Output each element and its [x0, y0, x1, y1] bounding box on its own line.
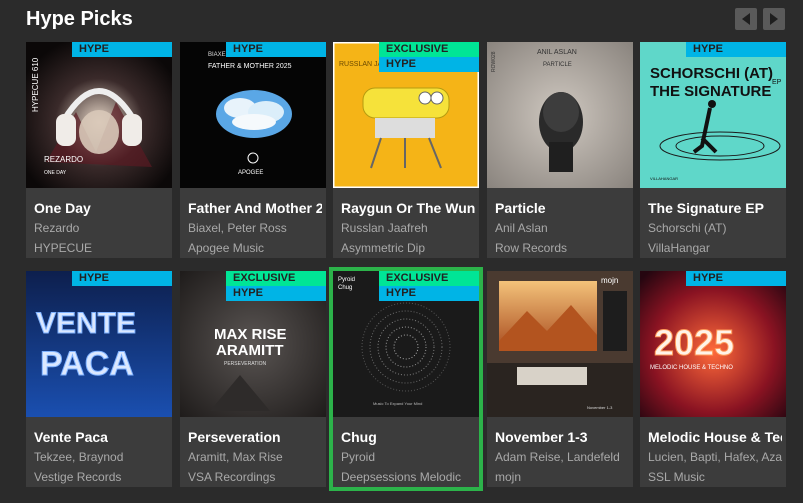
svg-text:THE SIGNATURE: THE SIGNATURE — [650, 83, 771, 100]
release-artwork[interactable]: VENTE PACA — [26, 271, 172, 417]
release-title[interactable]: Father And Mother 2 — [188, 200, 322, 216]
hype-badge: HYPE — [379, 286, 479, 301]
release-card[interactable]: REZARDO ONE DAY HYPECUE 610 HYPE One Day… — [26, 42, 172, 258]
release-title[interactable]: One Day — [34, 200, 168, 216]
release-card[interactable]: 2025 MELODIC HOUSE & TECHNO HYPE Melodic… — [640, 271, 786, 487]
release-artists[interactable]: Adam Reise, Landefeld — [495, 450, 631, 464]
previous-button[interactable] — [735, 8, 757, 30]
release-title[interactable]: Chug — [341, 429, 475, 445]
svg-text:REZARDO: REZARDO — [44, 155, 83, 164]
release-artwork[interactable]: REZARDO ONE DAY HYPECUE 610 — [26, 42, 172, 188]
release-artists[interactable]: Biaxel, Peter Ross — [188, 221, 324, 235]
svg-text:Pyroid: Pyroid — [338, 277, 355, 283]
exclusive-badge: EXCLUSIVE — [379, 42, 479, 57]
release-card[interactable]: mojn November 1-3 November 1-3 Adam Reis… — [487, 271, 633, 487]
hype-badge: HYPE — [226, 286, 326, 301]
svg-text:HYPECUE 610: HYPECUE 610 — [31, 57, 40, 112]
svg-text:2025: 2025 — [654, 322, 734, 363]
svg-text:ROW028: ROW028 — [491, 51, 497, 72]
svg-text:ANIL ASLAN: ANIL ASLAN — [537, 49, 577, 56]
svg-text:Chug: Chug — [338, 285, 352, 291]
release-artists[interactable]: Tekzee, Braynod — [34, 450, 170, 464]
svg-text:EP: EP — [772, 79, 782, 86]
release-card[interactable]: MAX RISE ARAMITT PERSEVERATION EXCLUSIVE… — [180, 271, 326, 487]
release-title[interactable]: November 1-3 — [495, 429, 629, 445]
release-label[interactable]: VillaHangar — [648, 241, 784, 255]
release-artists[interactable]: Lucien, Bapti, Hafex, Aza — [648, 450, 784, 464]
release-card-selected[interactable]: Pyroid Chug Music To Expand Your Mind EX… — [329, 267, 483, 491]
hype-badge: HYPE — [379, 57, 479, 72]
release-label[interactable]: Vestige Records — [34, 470, 170, 484]
arrow-right-icon — [770, 13, 778, 25]
hype-badge: HYPE — [72, 271, 172, 286]
release-label[interactable]: mojn — [495, 470, 631, 484]
arrow-left-icon — [742, 13, 750, 25]
svg-text:FATHER & MOTHER 2025: FATHER & MOTHER 2025 — [208, 63, 292, 70]
release-artwork[interactable]: SCHORSCHI (AT) THE SIGNATURE EP VILLAHAN… — [640, 42, 786, 188]
release-artwork[interactable]: ANIL ASLAN PARTICLE ROW028 — [487, 42, 633, 188]
release-artists[interactable]: Pyroid — [341, 450, 477, 464]
release-card[interactable]: RUSSLAN JAAFREH EXCLUSIVE HYPE Raygun Or… — [333, 42, 479, 258]
release-label[interactable]: Row Records — [495, 241, 631, 255]
release-title[interactable]: Particle — [495, 200, 629, 216]
svg-text:PARTICLE: PARTICLE — [543, 62, 572, 68]
release-artists[interactable]: Anil Aslan — [495, 221, 631, 235]
hype-badge: HYPE — [226, 42, 326, 57]
release-artists[interactable]: Aramitt, Max Rise — [188, 450, 324, 464]
svg-text:Music To Expand Your Mind: Music To Expand Your Mind — [373, 401, 422, 406]
release-artwork[interactable]: mojn November 1-3 — [487, 271, 633, 417]
release-card[interactable]: SCHORSCHI (AT) THE SIGNATURE EP VILLAHAN… — [640, 42, 786, 258]
release-label[interactable]: SSL Music — [648, 470, 784, 484]
svg-text:MAX RISE: MAX RISE — [214, 326, 287, 343]
release-label[interactable]: Apogee Music — [188, 241, 324, 255]
svg-text:SCHORSCHI (AT): SCHORSCHI (AT) — [650, 65, 773, 82]
svg-text:PERSEVERATION: PERSEVERATION — [224, 361, 267, 367]
release-label[interactable]: VSA Recordings — [188, 470, 324, 484]
section-title: Hype Picks — [26, 8, 133, 30]
svg-text:APOGEE: APOGEE — [238, 170, 263, 176]
exclusive-badge: EXCLUSIVE — [226, 271, 326, 286]
next-button[interactable] — [763, 8, 785, 30]
svg-text:mojn: mojn — [601, 276, 618, 285]
release-card[interactable]: ANIL ASLAN PARTICLE ROW028 Particle Anil… — [487, 42, 633, 258]
release-artists[interactable]: Rezardo — [34, 221, 170, 235]
release-card[interactable]: VENTE PACA HYPE Vente Paca Tekzee, Brayn… — [26, 271, 172, 487]
svg-text:VILLAHANGAR: VILLAHANGAR — [650, 176, 678, 181]
hype-badge: HYPE — [686, 42, 786, 57]
release-artwork[interactable]: BIAXEL & PETER ROSS FATHER & MOTHER 2025… — [180, 42, 326, 188]
exclusive-badge: EXCLUSIVE — [379, 271, 479, 286]
release-title[interactable]: Raygun Or The Wune — [341, 200, 475, 216]
hype-badge: HYPE — [72, 42, 172, 57]
release-label[interactable]: Deepsessions Melodic — [341, 470, 477, 484]
release-title[interactable]: Perseveration — [188, 429, 322, 445]
svg-text:VENTE: VENTE — [36, 307, 136, 340]
release-artwork[interactable]: 2025 MELODIC HOUSE & TECHNO — [640, 271, 786, 417]
svg-text:ARAMITT: ARAMITT — [216, 342, 284, 359]
release-title[interactable]: Melodic House & Techno — [648, 429, 782, 445]
release-title[interactable]: The Signature EP — [648, 200, 782, 216]
svg-text:PACA: PACA — [40, 345, 134, 383]
svg-text:MELODIC HOUSE & TECHNO: MELODIC HOUSE & TECHNO — [650, 365, 733, 371]
release-artists[interactable]: Russlan Jaafreh — [341, 221, 477, 235]
release-label[interactable]: Asymmetric Dip — [341, 241, 477, 255]
release-card[interactable]: BIAXEL & PETER ROSS FATHER & MOTHER 2025… — [180, 42, 326, 258]
hype-badge: HYPE — [686, 271, 786, 286]
svg-text:November 1-3: November 1-3 — [587, 405, 613, 410]
release-label[interactable]: HYPECUE — [34, 241, 170, 255]
svg-text:ONE DAY: ONE DAY — [44, 170, 67, 176]
release-artists[interactable]: Schorschi (AT) — [648, 221, 784, 235]
release-title[interactable]: Vente Paca — [34, 429, 168, 445]
